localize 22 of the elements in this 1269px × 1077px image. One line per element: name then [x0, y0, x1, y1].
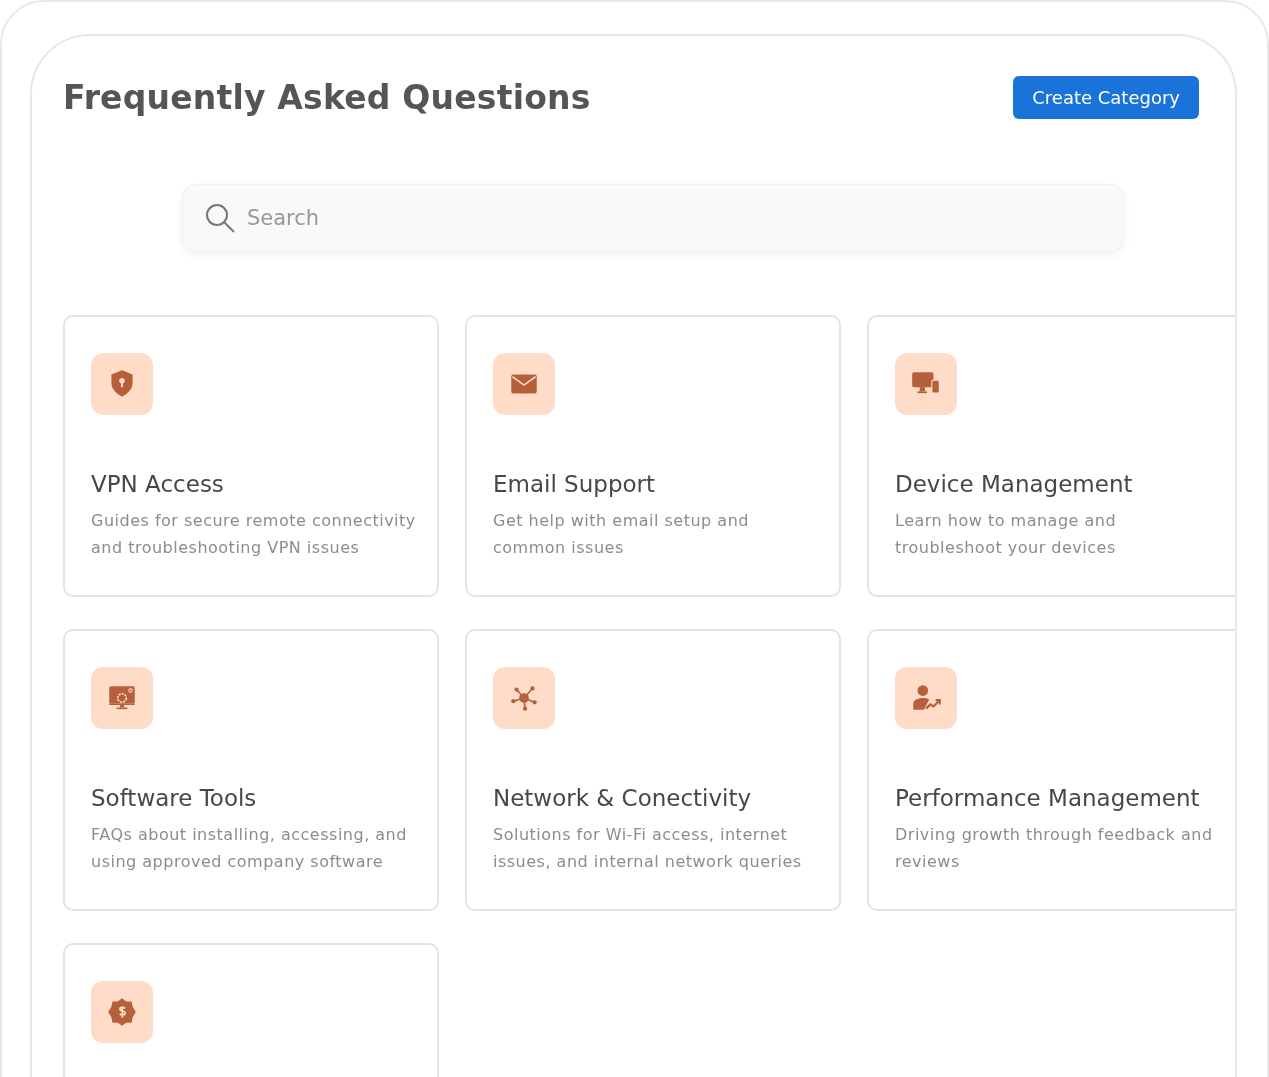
category-title: Software Tools [91, 784, 258, 813]
create-category-button[interactable]: Create Category [1013, 76, 1199, 119]
category-title: Device Management [895, 470, 1134, 499]
category-description: Learn how to manage and troubleshoot your devices [895, 510, 1118, 559]
page-title: Frequently Asked Questions [63, 78, 591, 117]
category-card[interactable]: Device Management Learn how to manage and troubleshoot your devices [867, 315, 1235, 597]
category-description: Solutions for Wi-Fi access, internet issues, and internal network queries [493, 824, 803, 873]
category-description: Guides for secure remote connectivity and troubleshooting VPN issues [91, 510, 417, 559]
category-description: Get help with email setup and common issues [493, 510, 750, 559]
category-card[interactable]: Email Support Get help with email setup and common issues [465, 315, 841, 597]
category-title: Network & Conectivity [493, 784, 753, 813]
search-field[interactable]: Search [182, 184, 1124, 252]
category-card[interactable]: Software Tools FAQs about installing, accessing, and using approved company software [63, 629, 439, 911]
category-card[interactable]: Performance Management Driving growth through feedback and reviews [867, 629, 1235, 911]
category-card[interactable]: VPN Access Guides for secure remote connectivity and troubleshooting VPN issues [63, 315, 439, 597]
category-title: Performance Management [895, 784, 1201, 813]
category-description: FAQs about installing, accessing, and using approved company software [91, 824, 408, 873]
category-card[interactable]: Network & Conectivity Solutions for Wi-Fi access, internet issues, and internal network queries [465, 629, 841, 911]
category-description: Driving growth through feedback and reviews [895, 824, 1214, 873]
search-icon [204, 202, 236, 234]
category-title: VPN Access [91, 470, 225, 499]
category-title: Email Support [493, 470, 657, 499]
